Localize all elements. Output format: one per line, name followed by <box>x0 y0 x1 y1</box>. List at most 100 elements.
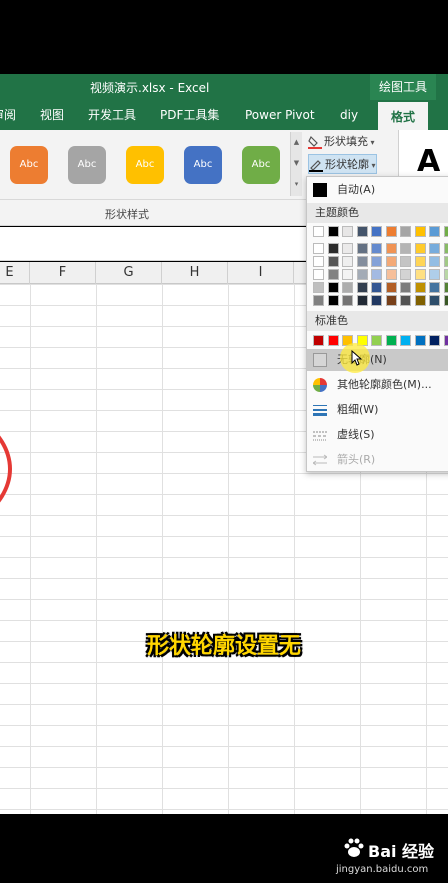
theme-color-swatch[interactable] <box>385 282 397 293</box>
column-header-f[interactable]: F <box>30 262 96 284</box>
standard-color-swatch[interactable] <box>371 335 382 346</box>
theme-color-swatch[interactable] <box>313 243 324 254</box>
theme-color-swatch[interactable] <box>371 295 382 306</box>
theme-color-swatch[interactable] <box>356 226 368 237</box>
shape-fill-button[interactable]: 形状填充 ▾ <box>308 132 375 152</box>
gallery-scroll[interactable]: ▲ ▼ ▾ <box>290 132 302 196</box>
theme-color-swatch[interactable] <box>385 269 397 280</box>
shape-outline-button[interactable]: 形状轮廓 ▾ <box>308 154 377 174</box>
menu-item-no-outline[interactable]: 无轮廓(N) <box>307 349 448 371</box>
menu-item-arrows[interactable]: 箭头(R) <box>307 449 448 471</box>
theme-colors-header: 主题颜色 <box>307 203 448 223</box>
theme-color-swatch[interactable] <box>313 256 324 267</box>
theme-color-swatch[interactable] <box>313 282 324 293</box>
shape-fill-label: 形状填充 <box>324 135 368 148</box>
column-header-h[interactable]: H <box>162 262 228 284</box>
menu-item-weight[interactable]: 粗细(W) <box>307 399 448 421</box>
theme-color-swatch[interactable] <box>371 282 382 293</box>
theme-color-swatch[interactable] <box>327 295 339 306</box>
theme-color-swatch[interactable] <box>429 282 440 293</box>
shape-style-green[interactable]: Abc <box>242 146 280 184</box>
theme-color-swatch[interactable] <box>400 243 411 254</box>
tab-diy[interactable]: diy <box>340 100 362 130</box>
standard-color-swatch[interactable] <box>385 335 397 346</box>
theme-color-swatch[interactable] <box>443 226 448 237</box>
standard-color-swatch[interactable] <box>313 335 324 346</box>
theme-color-swatch[interactable] <box>443 243 448 254</box>
tab-format[interactable]: 格式 <box>378 100 428 130</box>
theme-color-swatch[interactable] <box>356 295 368 306</box>
theme-color-swatch[interactable] <box>414 256 426 267</box>
theme-color-swatch[interactable] <box>400 269 411 280</box>
theme-color-swatch[interactable] <box>313 226 324 237</box>
theme-color-swatch[interactable] <box>342 282 353 293</box>
tab-view[interactable]: 视图 <box>40 100 70 130</box>
drawing-tools-context-tab[interactable]: 绘图工具 <box>370 74 436 100</box>
theme-color-swatch[interactable] <box>414 282 426 293</box>
theme-color-swatch[interactable] <box>356 243 368 254</box>
column-header-e[interactable]: E <box>0 262 30 284</box>
theme-color-swatch[interactable] <box>313 295 324 306</box>
theme-color-swatch[interactable] <box>342 226 353 237</box>
theme-color-swatch[interactable] <box>385 295 397 306</box>
theme-color-swatch[interactable] <box>342 295 353 306</box>
theme-color-swatch[interactable] <box>414 243 426 254</box>
tab-power-pivot[interactable]: Power Pivot <box>245 100 320 130</box>
theme-color-swatch[interactable] <box>327 256 339 267</box>
theme-color-swatch[interactable] <box>371 243 382 254</box>
theme-color-swatch[interactable] <box>356 282 368 293</box>
theme-color-swatch[interactable] <box>356 269 368 280</box>
theme-color-swatch[interactable] <box>327 269 339 280</box>
theme-color-swatch[interactable] <box>429 295 440 306</box>
theme-color-swatch[interactable] <box>414 269 426 280</box>
scroll-up-icon[interactable]: ▲ <box>291 132 302 153</box>
theme-color-swatch[interactable] <box>443 295 448 306</box>
tab-developer[interactable]: 开发工具 <box>88 100 140 130</box>
column-header-i[interactable]: I <box>228 262 294 284</box>
shape-style-gray[interactable]: Abc <box>68 146 106 184</box>
theme-color-swatch[interactable] <box>342 256 353 267</box>
theme-color-swatch[interactable] <box>313 269 324 280</box>
theme-color-swatch[interactable] <box>443 269 448 280</box>
tab-review[interactable]: 审阅 <box>0 100 22 130</box>
menu-item-automatic[interactable]: 自动(A) <box>307 179 448 201</box>
standard-color-swatch[interactable] <box>414 335 426 346</box>
theme-color-swatch[interactable] <box>342 243 353 254</box>
theme-color-swatch[interactable] <box>385 226 397 237</box>
theme-color-swatch[interactable] <box>385 243 397 254</box>
theme-color-swatch[interactable] <box>414 226 426 237</box>
theme-color-swatch[interactable] <box>400 282 411 293</box>
scroll-down-icon[interactable]: ▼ <box>291 153 302 174</box>
theme-color-swatch[interactable] <box>400 256 411 267</box>
more-styles-icon[interactable]: ▾ <box>291 174 302 195</box>
theme-color-swatch[interactable] <box>385 256 397 267</box>
standard-color-swatch[interactable] <box>443 335 448 346</box>
standard-color-swatch[interactable] <box>429 335 440 346</box>
theme-color-swatch[interactable] <box>327 282 339 293</box>
theme-color-swatch[interactable] <box>342 269 353 280</box>
theme-color-swatch[interactable] <box>429 269 440 280</box>
menu-item-dashes[interactable]: 虚线(S) <box>307 424 448 446</box>
theme-color-swatch[interactable] <box>327 243 339 254</box>
standard-color-swatch[interactable] <box>327 335 339 346</box>
shape-style-orange[interactable]: Abc <box>10 146 48 184</box>
theme-color-swatch[interactable] <box>429 226 440 237</box>
theme-color-swatch[interactable] <box>443 282 448 293</box>
theme-color-swatch[interactable] <box>429 243 440 254</box>
shape-style-gold[interactable]: Abc <box>126 146 164 184</box>
standard-color-swatch[interactable] <box>400 335 411 346</box>
column-header-g[interactable]: G <box>96 262 162 284</box>
menu-item-more-colors[interactable]: 其他轮廓颜色(M)... <box>307 374 448 396</box>
theme-color-swatch[interactable] <box>400 226 411 237</box>
theme-color-swatch[interactable] <box>414 295 426 306</box>
theme-color-swatch[interactable] <box>356 256 368 267</box>
theme-color-swatch[interactable] <box>400 295 411 306</box>
shape-style-blue[interactable]: Abc <box>184 146 222 184</box>
theme-color-swatch[interactable] <box>371 226 382 237</box>
theme-color-swatch[interactable] <box>443 256 448 267</box>
theme-color-swatch[interactable] <box>429 256 440 267</box>
tab-pdf-tools[interactable]: PDF工具集 <box>160 100 226 130</box>
theme-color-swatch[interactable] <box>327 226 339 237</box>
theme-color-swatch[interactable] <box>371 269 382 280</box>
theme-color-swatch[interactable] <box>371 256 382 267</box>
